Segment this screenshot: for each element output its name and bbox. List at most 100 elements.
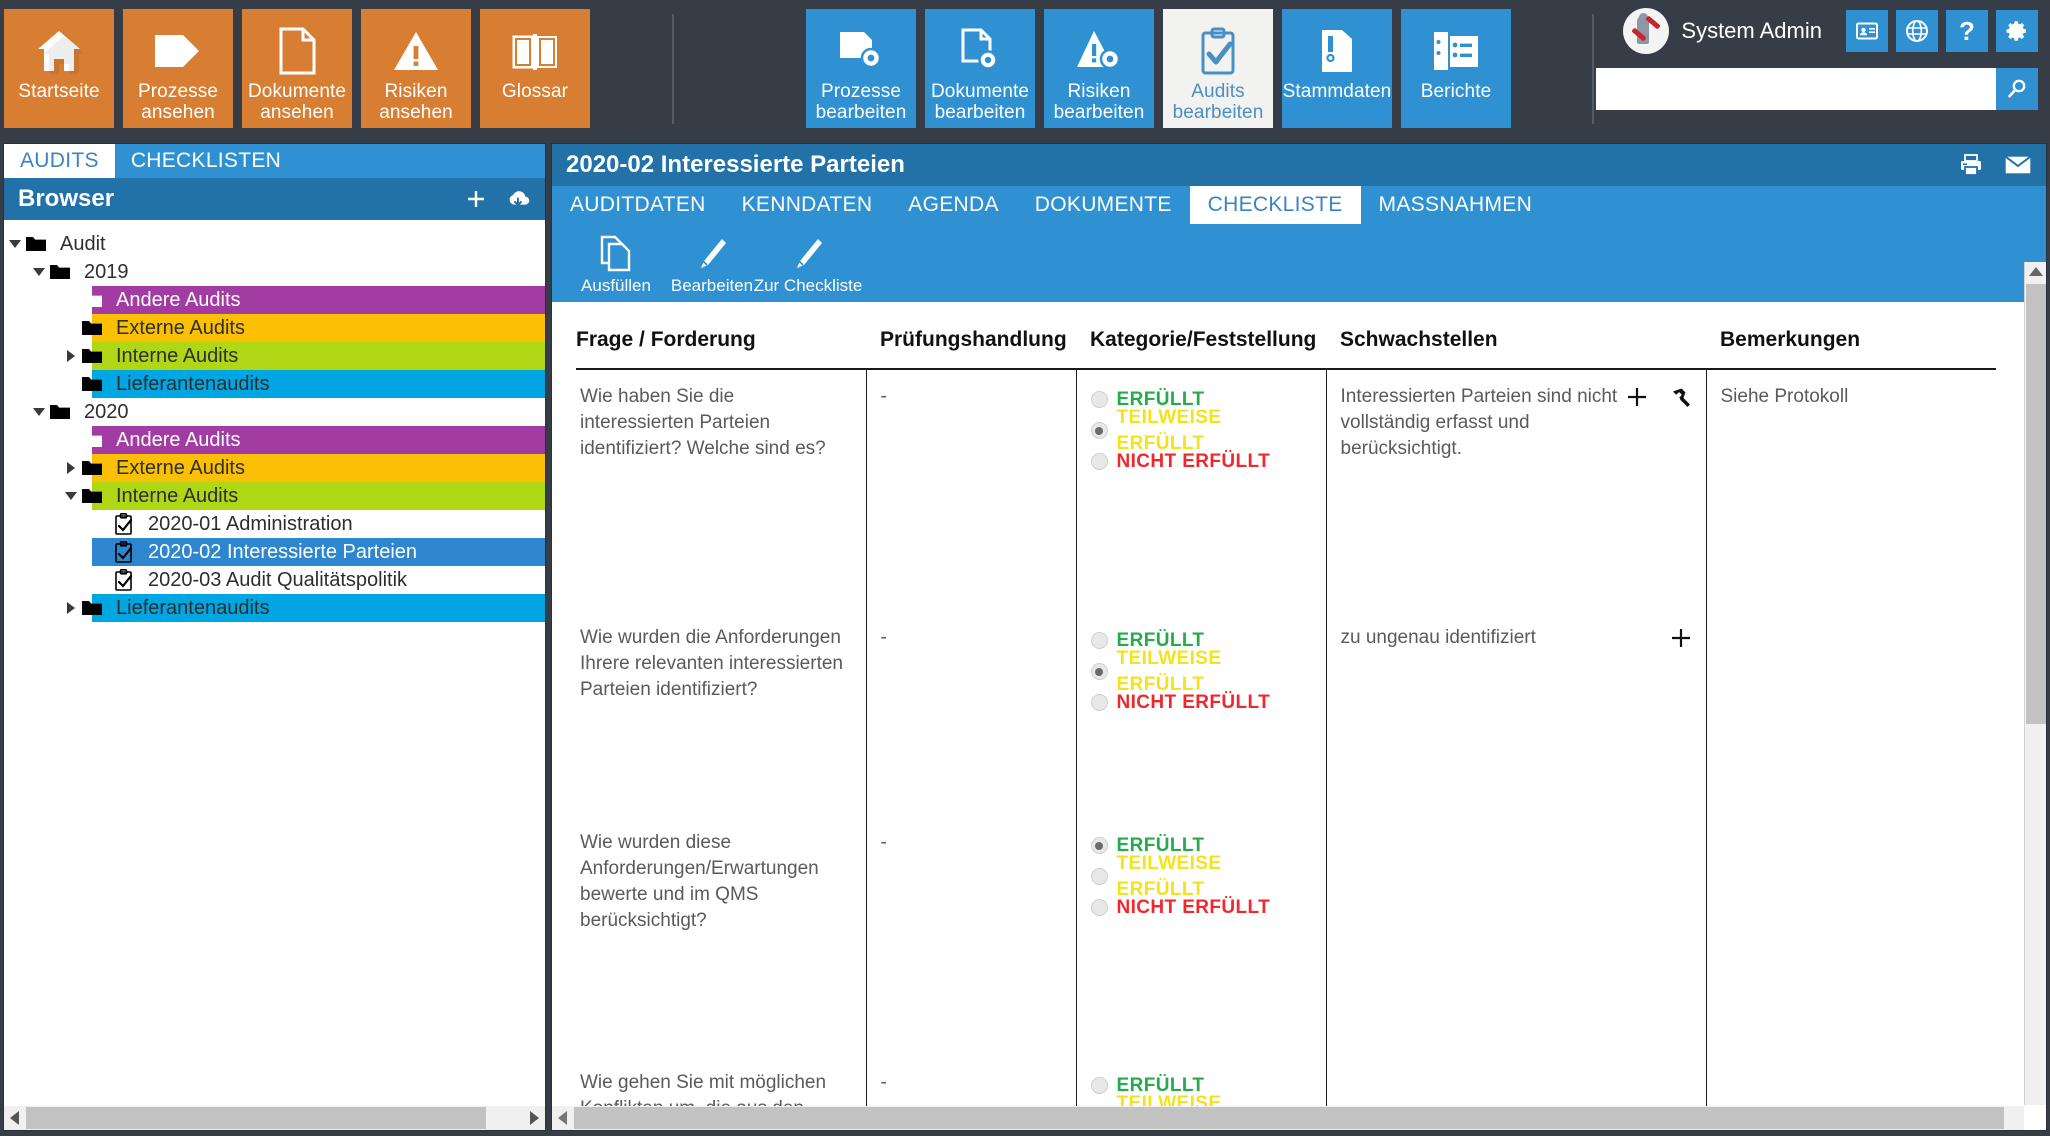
- expand-arrow-icon[interactable]: [60, 491, 82, 501]
- tree-node[interactable]: 2020-01 Administration: [4, 510, 545, 538]
- globe-icon[interactable]: [1896, 10, 1938, 52]
- tree-node-label: Interne Audits: [116, 344, 239, 367]
- home-icon: [35, 23, 83, 79]
- scroll-right-arrow[interactable]: [523, 1106, 545, 1130]
- mail-icon[interactable]: [2004, 154, 2032, 176]
- folder-icon: [50, 404, 76, 420]
- scroll-thumb[interactable]: [26, 1107, 486, 1129]
- radio-red[interactable]: [1090, 453, 1108, 470]
- tile-label: Prozesse ansehen: [137, 81, 218, 123]
- radio-green[interactable]: [1090, 1077, 1108, 1094]
- radio-red[interactable]: [1090, 899, 1108, 916]
- toolbar-ausf-llen-button[interactable]: Ausfüllen: [568, 224, 664, 302]
- plus-icon[interactable]: [465, 188, 487, 210]
- scroll-up-arrow[interactable]: [2025, 262, 2046, 282]
- tab-kenndaten[interactable]: KENNDATEN: [724, 186, 891, 224]
- tab-massnahmen[interactable]: MASSNAHMEN: [1361, 186, 1551, 224]
- tile-prozesse[interactable]: Prozesse ansehen: [123, 9, 233, 128]
- tree-node[interactable]: 2020-03 Audit Qualitätspolitik: [4, 566, 545, 594]
- schwachstellen-text: zu ungenau identifiziert: [1340, 627, 1536, 648]
- gear-icon[interactable]: [1996, 10, 2038, 52]
- expand-arrow-icon[interactable]: [60, 602, 82, 614]
- tree-node[interactable]: 2020: [4, 398, 545, 426]
- content-horizontal-scrollbar[interactable]: [552, 1106, 2024, 1130]
- tree-node[interactable]: Externe Audits: [4, 314, 545, 342]
- expand-arrow-icon[interactable]: [60, 462, 82, 474]
- tile-stammdaten[interactable]: Stammdaten: [1282, 9, 1392, 128]
- tab-label: KENNDATEN: [741, 193, 873, 216]
- radio-red[interactable]: [1090, 694, 1108, 711]
- pencil-icon: [696, 235, 728, 273]
- radio-green[interactable]: [1090, 632, 1108, 649]
- radio-option[interactable]: TEILWEISE ERFÜLLT: [1090, 853, 1312, 900]
- folder-icon: [82, 376, 108, 392]
- tab-label: AUDITDATEN: [570, 193, 706, 216]
- hammer-icon[interactable]: [1670, 386, 1692, 408]
- contact-card-icon[interactable]: [1846, 10, 1888, 52]
- radio-option[interactable]: TEILWEISE ERFÜLLT: [1090, 648, 1312, 695]
- radio-green[interactable]: [1090, 391, 1108, 408]
- tree-node[interactable]: Audit: [4, 230, 545, 258]
- print-icon[interactable]: [1958, 153, 1984, 177]
- toolbar-bearbeiten-button[interactable]: Bearbeiten: [664, 224, 760, 302]
- tile-dokumente[interactable]: Dokumente bearbeiten: [925, 9, 1035, 128]
- search-input[interactable]: [1596, 68, 1996, 110]
- expand-arrow-icon[interactable]: [60, 350, 82, 362]
- tree-node-label: 2020: [84, 400, 129, 423]
- tile-glossar[interactable]: Glossar: [480, 9, 590, 128]
- tree-node[interactable]: Lieferantenaudits: [4, 594, 545, 622]
- expand-arrow-icon[interactable]: [4, 239, 26, 249]
- pencil-icon: [792, 235, 824, 273]
- detail-tabs: AUDITDATEN KENNDATEN AGENDA DOKUMENTE CH…: [552, 186, 2046, 224]
- tile-prozesse[interactable]: Prozesse bearbeiten: [806, 9, 916, 128]
- tab-checkliste[interactable]: CHECKLISTE: [1189, 186, 1361, 224]
- scroll-left-arrow[interactable]: [4, 1106, 26, 1130]
- clipboard-check-icon: [114, 513, 140, 535]
- cloud-download-icon[interactable]: [505, 189, 531, 209]
- folder-icon: [82, 348, 108, 364]
- tile-dokumente[interactable]: Dokumente ansehen: [242, 9, 352, 128]
- search-icon[interactable]: [1996, 68, 2038, 110]
- tile-audits[interactable]: Audits bearbeiten: [1163, 9, 1273, 128]
- tree-node[interactable]: Externe Audits: [4, 454, 545, 482]
- tab-agenda[interactable]: AGENDA: [890, 186, 1017, 224]
- tree-node[interactable]: Interne Audits: [4, 482, 545, 510]
- tree-node[interactable]: 2020-02 Interessierte Parteien: [4, 538, 545, 566]
- expand-arrow-icon[interactable]: [28, 407, 50, 417]
- content-vertical-scrollbar[interactable]: [2024, 262, 2046, 1105]
- tree-node[interactable]: Andere Audits: [4, 286, 545, 314]
- tile-risiken[interactable]: Risiken bearbeiten: [1044, 9, 1154, 128]
- table-row: Wie gehen Sie mit möglichen Konflikten u…: [576, 1056, 1996, 1106]
- toolbar-button-label: Zur Checkliste: [753, 275, 863, 295]
- cell-pruefungshandlung: -: [866, 611, 1077, 816]
- expand-arrow-icon[interactable]: [28, 267, 50, 277]
- radio-option[interactable]: TEILWEISE ERFÜLLT: [1090, 407, 1312, 454]
- radio-yellow[interactable]: [1090, 422, 1108, 439]
- plus-icon[interactable]: [1670, 627, 1692, 649]
- toolbar-zur-checkliste-button[interactable]: Zur Checkliste: [754, 224, 862, 302]
- tile-berichte[interactable]: Berichte: [1401, 9, 1511, 128]
- tile-risiken[interactable]: Risiken ansehen: [361, 9, 471, 128]
- left-tab-checklisten[interactable]: CHECKLISTEN: [115, 144, 297, 178]
- clipboard-check-icon: [1199, 23, 1237, 79]
- plus-icon[interactable]: [1626, 386, 1648, 408]
- column-header: Kategorie/Feststellung: [1076, 302, 1326, 370]
- scroll-thumb-horizontal[interactable]: [574, 1107, 2004, 1129]
- tree-node[interactable]: Andere Audits: [4, 426, 545, 454]
- scroll-thumb-vertical[interactable]: [2026, 284, 2046, 724]
- tree-node[interactable]: 2019: [4, 258, 545, 286]
- tree-node[interactable]: Lieferantenaudits: [4, 370, 545, 398]
- radio-yellow[interactable]: [1090, 868, 1108, 885]
- tab-dokumente[interactable]: DOKUMENTE: [1017, 186, 1190, 224]
- left-tab-audits[interactable]: AUDITS: [4, 144, 115, 178]
- tab-auditdaten[interactable]: AUDITDATEN: [552, 186, 724, 224]
- tree-node-label: Externe Audits: [116, 316, 245, 339]
- cell-bemerkungen: [1706, 611, 1996, 816]
- tile-startseite[interactable]: Startseite: [4, 9, 114, 128]
- tree-node[interactable]: Interne Audits: [4, 342, 545, 370]
- radio-green[interactable]: [1090, 837, 1108, 854]
- help-icon[interactable]: ?: [1946, 10, 1988, 52]
- scroll-left-arrow-2[interactable]: [552, 1106, 574, 1130]
- radio-yellow[interactable]: [1090, 663, 1108, 680]
- left-horizontal-scrollbar[interactable]: [4, 1106, 545, 1130]
